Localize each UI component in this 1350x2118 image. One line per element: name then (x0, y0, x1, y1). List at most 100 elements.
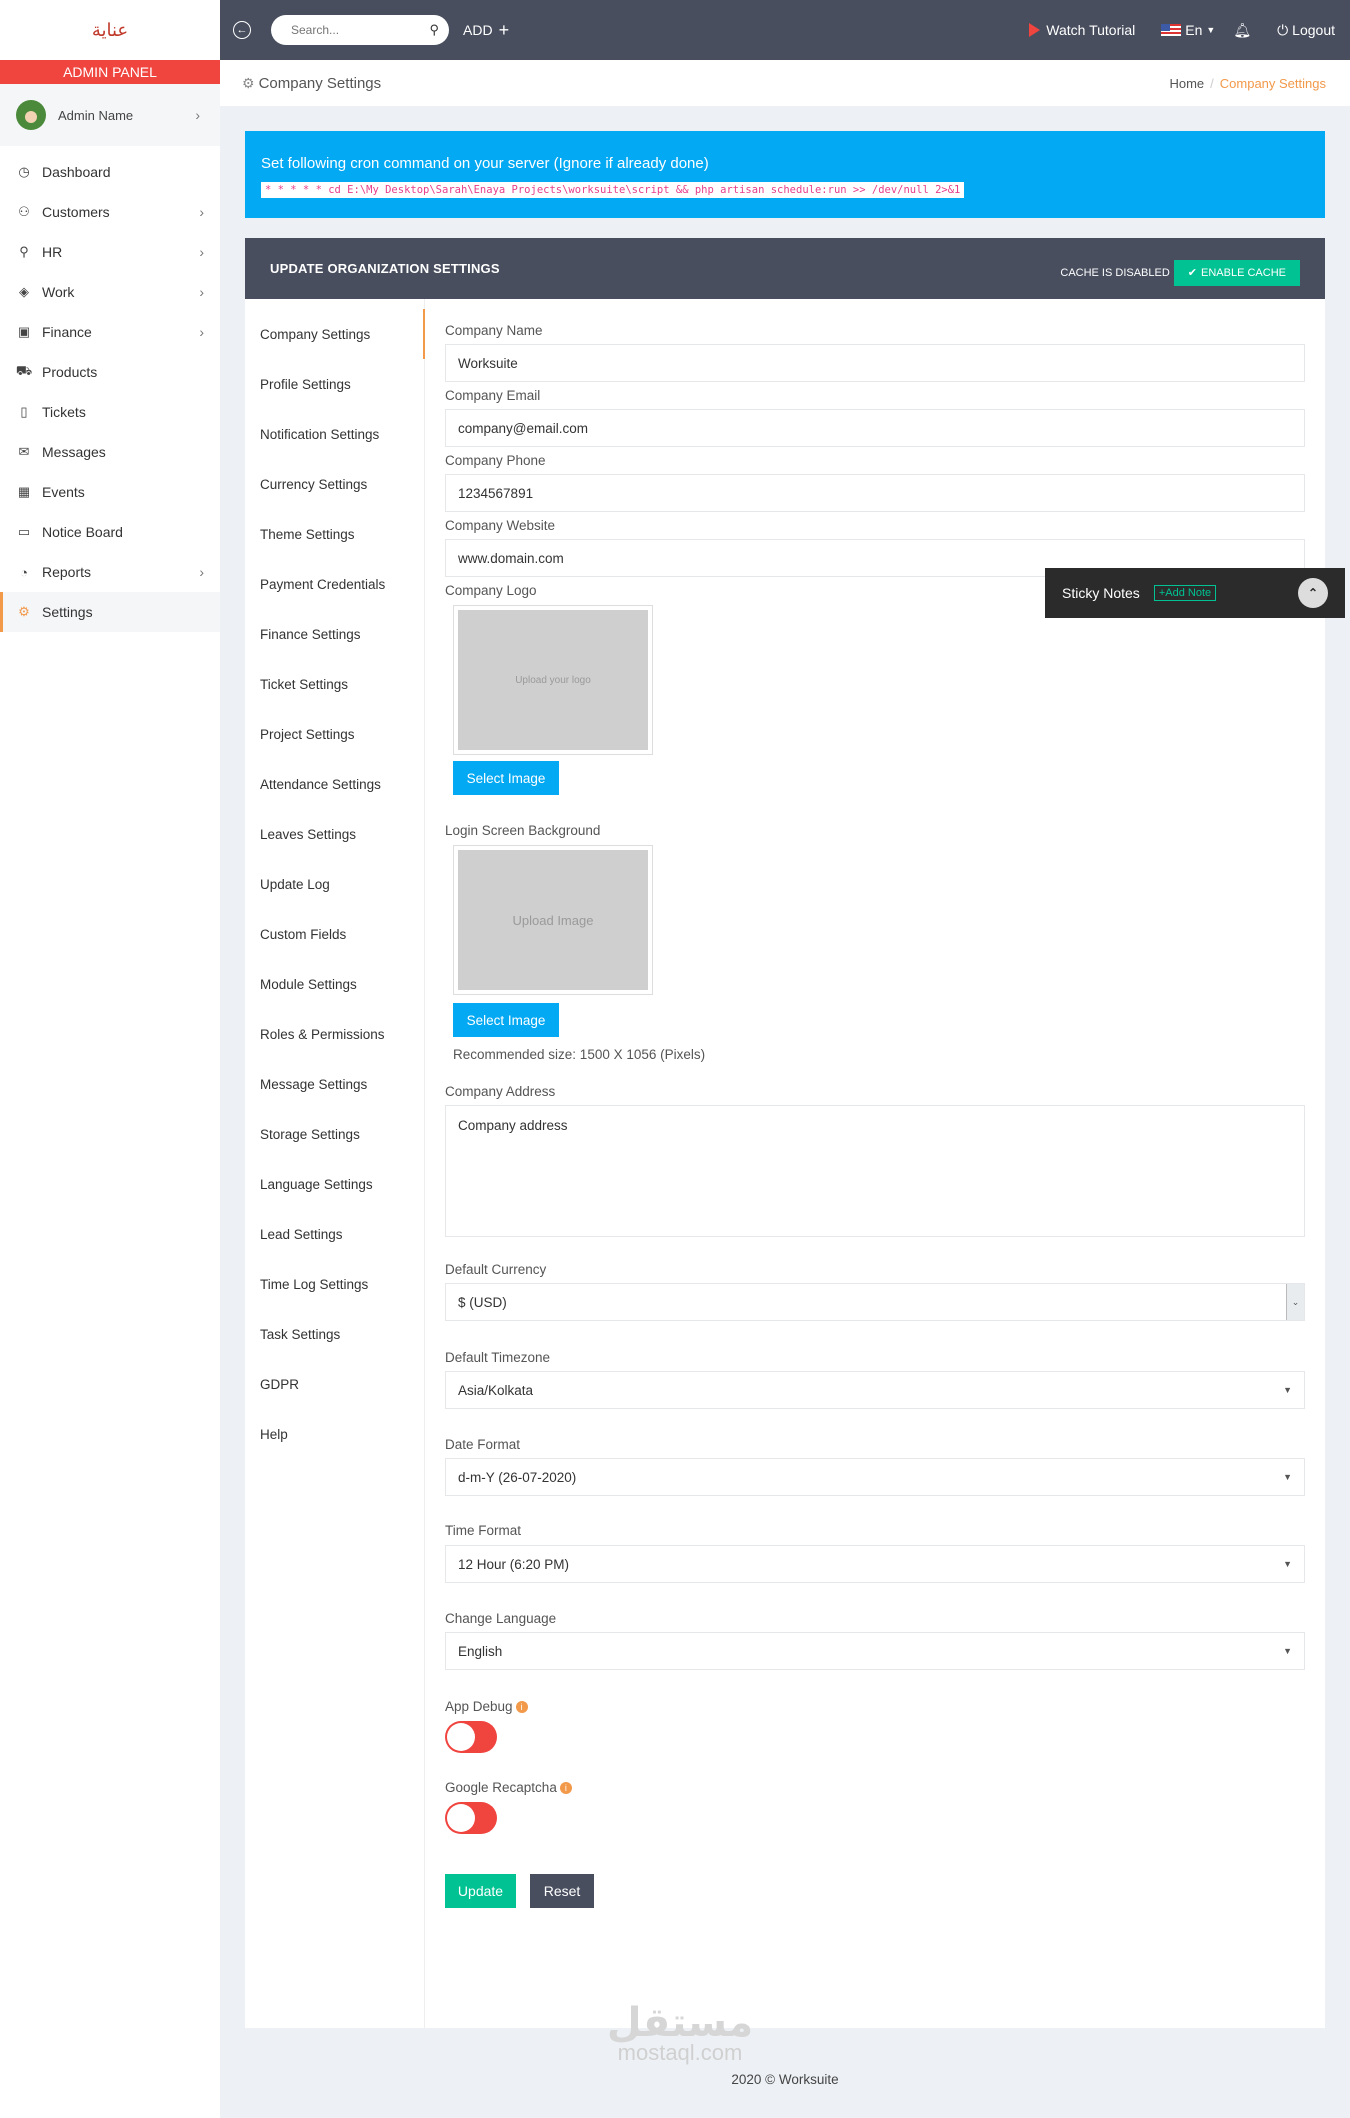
sidebar-item-messages[interactable]: ✉ Messages (0, 432, 220, 472)
sidebar-item-work[interactable]: ◈ Work › (0, 272, 220, 312)
work-icon: ◈ (19, 284, 29, 299)
default-timezone-select[interactable]: Asia/Kolkata ▼ (445, 1371, 1305, 1409)
watch-tutorial-link[interactable]: Watch Tutorial (1029, 22, 1135, 38)
select-arrow-icon: ⌄ (1286, 1284, 1304, 1320)
caret-down-icon: ▼ (1283, 1646, 1292, 1656)
tab-company-settings[interactable]: Company Settings (245, 309, 425, 359)
sidebar-item-hr[interactable]: ⚲ HR › (0, 232, 220, 272)
sidebar-item-customers[interactable]: ⚇ Customers › (0, 192, 220, 232)
sidebar-item-reports[interactable]: ◔ Reports › (0, 552, 220, 592)
tab-task-settings[interactable]: Task Settings (245, 1309, 425, 1359)
logo[interactable]: عناية (0, 0, 220, 60)
company-email-input[interactable]: company@email.com (445, 409, 1305, 447)
envelope-icon: ✉ (18, 444, 30, 459)
logout-button[interactable]: ⏻ Logout (1277, 22, 1335, 39)
tab-finance-settings[interactable]: Finance Settings (245, 609, 425, 659)
date-format-label: Date Format (445, 1437, 521, 1452)
tab-help[interactable]: Help (245, 1409, 425, 1459)
tab-leaves-settings[interactable]: Leaves Settings (245, 809, 425, 859)
tab-payment-credentials[interactable]: Payment Credentials (245, 559, 425, 609)
change-language-label: Change Language (445, 1611, 557, 1626)
collapse-sidebar-icon[interactable]: ← (233, 21, 251, 39)
tab-lead-settings[interactable]: Lead Settings (245, 1209, 425, 1259)
tab-profile-settings[interactable]: Profile Settings (245, 359, 425, 409)
sidebar-item-label: Dashboard (42, 164, 111, 180)
update-button[interactable]: Update (445, 1874, 516, 1908)
google-recaptcha-toggle[interactable] (445, 1802, 497, 1834)
chevron-right-icon: › (199, 244, 204, 260)
sticky-notes-panel: Sticky Notes +Add Note ⌃ (1045, 568, 1345, 618)
company-email-label: Company Email (445, 388, 541, 403)
sidebar-item-notice-board[interactable]: ▭ Notice Board (0, 512, 220, 552)
sidebar-item-label: Notice Board (42, 524, 123, 540)
sidebar-item-label: Customers (42, 204, 110, 220)
app-debug-toggle[interactable] (445, 1721, 497, 1753)
tab-ticket-settings[interactable]: Ticket Settings (245, 659, 425, 709)
tab-attendance-settings[interactable]: Attendance Settings (245, 759, 425, 809)
laptop-icon: ▭ (17, 524, 31, 539)
app-debug-label: App Debug i (445, 1699, 528, 1714)
add-button[interactable]: ADD + (463, 20, 509, 41)
enable-cache-button[interactable]: ✔ ENABLE CACHE (1173, 259, 1300, 286)
select-background-button[interactable]: Select Image (453, 1003, 559, 1037)
us-flag-icon (1161, 24, 1182, 36)
chevron-right-icon: › (199, 324, 204, 340)
language-dropdown[interactable]: En ▼ (1161, 22, 1215, 38)
time-format-select[interactable]: 12 Hour (6:20 PM) ▼ (445, 1545, 1305, 1583)
tab-update-log[interactable]: Update Log (245, 859, 425, 909)
sidebar-nav: ◷ Dashboard ⚇ Customers › ⚲ HR › ◈ Work › ▣ Finance ›… (0, 146, 220, 632)
sidebar-item-dashboard[interactable]: ◷ Dashboard (0, 152, 220, 192)
sidebar-item-label: Tickets (42, 404, 86, 420)
search-icon[interactable]: ⚲ (429, 22, 439, 38)
tab-gdpr[interactable]: GDPR (245, 1359, 425, 1409)
company-name-input[interactable]: Worksuite (445, 344, 1305, 382)
tab-roles-permissions[interactable]: Roles & Permissions (245, 1009, 425, 1059)
change-language-value: English (458, 1643, 503, 1659)
company-address-textarea[interactable]: Company address (445, 1105, 1305, 1237)
breadcrumb-home[interactable]: Home (1169, 76, 1204, 91)
chevron-up-icon[interactable]: ⌃ (1298, 578, 1328, 608)
caret-down-icon: ▼ (1283, 1385, 1292, 1395)
bell-icon[interactable]: 🔔︎ (1233, 22, 1251, 39)
watermark: مستقل mostaql.com (590, 2000, 770, 2066)
tab-module-settings[interactable]: Module Settings (245, 959, 425, 1009)
tab-time-log-settings[interactable]: Time Log Settings (245, 1259, 425, 1309)
company-phone-input[interactable]: 1234567891 (445, 474, 1305, 512)
tab-currency-settings[interactable]: Currency Settings (245, 459, 425, 509)
sidebar-item-label: HR (42, 244, 63, 260)
info-icon[interactable]: i (559, 1782, 572, 1794)
sidebar-item-products[interactable]: ⛟ Products (0, 352, 220, 392)
language-label: En (1185, 22, 1203, 38)
reset-button[interactable]: Reset (530, 1874, 594, 1908)
search-box: ⚲ (271, 15, 449, 45)
sidebar-item-settings[interactable]: ⚙ Settings (0, 592, 220, 632)
date-format-select[interactable]: d-m-Y (26-07-2020) ▼ (445, 1458, 1305, 1496)
time-format-label: Time Format (445, 1523, 522, 1538)
change-language-select[interactable]: English ▼ (445, 1632, 1305, 1670)
select-logo-button[interactable]: Select Image (453, 761, 559, 795)
sidebar-item-tickets[interactable]: ▯ Tickets (0, 392, 220, 432)
search-input[interactable] (291, 23, 419, 37)
info-icon[interactable]: i (515, 1701, 528, 1713)
default-currency-select[interactable]: $ (USD) ⌄ (445, 1283, 1305, 1321)
user-menu[interactable]: Admin Name › (0, 84, 220, 146)
sidebar-item-events[interactable]: ▦ Events (0, 472, 220, 512)
enable-cache-label: ENABLE CACHE (1201, 266, 1286, 279)
sidebar-item-label: Settings (42, 604, 93, 620)
chevron-right-icon: › (195, 107, 200, 123)
add-note-button[interactable]: +Add Note (1153, 585, 1217, 601)
tab-storage-settings[interactable]: Storage Settings (245, 1109, 425, 1159)
add-label: ADD (463, 22, 493, 38)
sidebar-item-finance[interactable]: ▣ Finance › (0, 312, 220, 352)
tab-theme-settings[interactable]: Theme Settings (245, 509, 425, 559)
tab-message-settings[interactable]: Message Settings (245, 1059, 425, 1109)
sidebar-item-label: Products (42, 364, 98, 380)
tab-custom-fields[interactable]: Custom Fields (245, 909, 425, 959)
company-logo-preview: Upload your logo (453, 605, 653, 755)
tab-project-settings[interactable]: Project Settings (245, 709, 425, 759)
cart-icon: ⛟ (15, 363, 33, 378)
tab-notification-settings[interactable]: Notification Settings (245, 409, 425, 459)
app-debug-text: App Debug (445, 1699, 513, 1714)
add-note-label: Add Note (1165, 587, 1212, 599)
tab-language-settings[interactable]: Language Settings (245, 1159, 425, 1209)
